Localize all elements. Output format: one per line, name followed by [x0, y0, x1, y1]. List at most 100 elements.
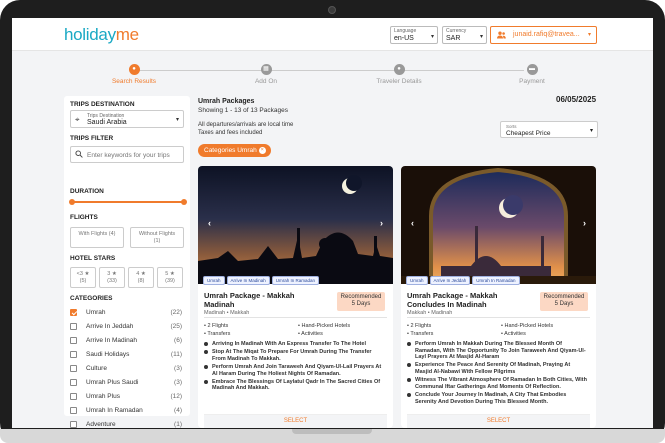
user-account-button[interactable]: junaid.rafiq@travea... ▾	[490, 26, 597, 44]
package-image	[198, 166, 393, 284]
star-icon: ★	[111, 271, 117, 277]
filter-stars-lt3[interactable]: <3 ★ (5)	[70, 267, 96, 288]
checkbox[interactable]	[70, 407, 77, 414]
map-pin-icon: ⌖	[75, 115, 80, 124]
category-checkbox-row[interactable]: Umrah Plus (12)	[70, 392, 184, 403]
package-title[interactable]: Umrah Package - Makkah Concludes In Madi…	[407, 291, 527, 309]
active-filter-chip[interactable]: Categories Umrah ×	[198, 144, 271, 157]
category-checkbox-row[interactable]: Umrah In Ramadan (4)	[70, 406, 184, 417]
chevron-left-icon[interactable]: ‹	[411, 218, 414, 228]
brand-logo[interactable]: holidayme	[64, 25, 139, 45]
section-title-duration: DURATION	[70, 188, 104, 195]
checkbox[interactable]	[70, 379, 77, 386]
current-date: 06/05/2025	[556, 95, 597, 104]
results-count: Showing 1 - 13 of 13 Packages	[198, 107, 288, 114]
laptop-base	[0, 429, 665, 443]
select-button[interactable]: SELECT	[204, 414, 387, 428]
search-icon: ●	[128, 64, 140, 75]
checkbox[interactable]	[70, 421, 77, 428]
package-card[interactable]: ‹ › Umrah Arrive In Madinah Umrah In Ramad…	[198, 166, 393, 428]
filter-sidebar: TRIPS DESTINATION ⌖ Trips Destination Sa…	[64, 96, 190, 416]
section-title-flights: FLIGHTS	[70, 214, 98, 221]
category-checkbox-row[interactable]: Umrah (22)	[70, 308, 184, 319]
star-icon: ★	[169, 271, 175, 277]
step-add-on[interactable]: ▦ Add On	[226, 64, 306, 85]
camera	[328, 6, 336, 14]
top-header: holidayme Language en-US ▾ Currency SAR …	[12, 18, 653, 51]
checkbox[interactable]	[70, 365, 77, 372]
star-icon: ★	[84, 271, 90, 277]
close-icon[interactable]: ×	[258, 147, 266, 154]
checkbox[interactable]	[70, 337, 77, 344]
chevron-down-icon: ▾	[430, 34, 434, 40]
category-checkbox-row[interactable]: Umrah Plus Saudi (3)	[70, 378, 184, 389]
chevron-left-icon[interactable]: ‹	[208, 218, 211, 228]
list-item: Witness The Vibrant Atmosphere Of Ramada…	[407, 377, 587, 390]
chevron-right-icon[interactable]: ›	[380, 218, 383, 228]
language-select[interactable]: Language en-US ▾	[390, 26, 438, 44]
screen: holidayme Language en-US ▾ Currency SAR …	[12, 18, 653, 428]
step-payment[interactable]: ▬ Payment	[492, 64, 572, 85]
feature-item: • Transfers	[204, 331, 231, 337]
list-item: Stop At The Miqat To Prepare For Umrah D…	[204, 349, 384, 362]
checkbox[interactable]	[70, 323, 77, 330]
feature-item: • 2 Flights	[204, 323, 229, 329]
category-checkbox-row[interactable]: Saudi Holidays (11)	[70, 350, 184, 361]
star-icon: ★	[140, 271, 146, 277]
category-checkbox-row[interactable]: Adventure (1)	[70, 420, 184, 428]
category-checkbox-row[interactable]: Arrive In Jeddah (25)	[70, 322, 184, 333]
filter-stars-3[interactable]: 3 ★ (33)	[99, 267, 125, 288]
divider	[204, 317, 387, 318]
chevron-down-icon: ▾	[589, 128, 593, 134]
checkbox[interactable]	[70, 393, 77, 400]
section-title-categories: CATEGORIES	[70, 295, 113, 302]
feature-item: • 2 Flights	[407, 323, 432, 329]
user-icon: ●	[393, 64, 405, 75]
device-frame: holidayme Language en-US ▾ Currency SAR …	[0, 0, 665, 443]
feature-item: • Transfers	[407, 331, 434, 337]
keyword-search-input[interactable]	[87, 150, 181, 160]
filter-without-flights[interactable]: Without Flights (1)	[130, 227, 184, 248]
package-destinations: Makkah • Madinah	[407, 310, 453, 316]
list-item: Perform Umrah In Makkah During The Bless…	[407, 341, 587, 361]
info-taxes: Taxes and fees included	[198, 130, 263, 136]
package-highlights: Perform Umrah In Makkah During The Bless…	[407, 341, 587, 407]
step-traveler-details[interactable]: ● Traveler Details	[359, 64, 439, 85]
list-item: Perform Umrah And Join Taraweeh And Qiya…	[204, 364, 384, 377]
slider-handle-max[interactable]	[181, 199, 187, 205]
chevron-right-icon[interactable]: ›	[583, 218, 586, 228]
list-item: Conclude Your Journey In Madinah, A City…	[407, 392, 587, 405]
chevron-down-icon: ▾	[175, 117, 179, 123]
checkbox[interactable]	[70, 351, 77, 358]
list-item: Experience The Peace And Serenity Of Mad…	[407, 362, 587, 375]
checkbox-checked[interactable]	[70, 309, 77, 316]
package-title[interactable]: Umrah Package - Makkah Madinah	[204, 291, 324, 309]
destination-select[interactable]: ⌖ Trips Destination Saudi Arabia ▾	[70, 110, 184, 128]
info-local-time: All departures/arrivals are local time	[198, 122, 294, 128]
search-icon	[75, 150, 83, 160]
category-checkbox-row[interactable]: Arrive In Madinah (6)	[70, 336, 184, 347]
recommended-badge: Recommended 5 Days	[337, 292, 385, 311]
filter-stars-5[interactable]: 5 ★ (39)	[157, 267, 183, 288]
package-destinations: Madinah • Makkah	[204, 310, 250, 316]
filter-with-flights[interactable]: With Flights (4)	[70, 227, 124, 248]
package-highlights: Arriving In Madinah With An Express Tran…	[204, 341, 384, 394]
duration-slider[interactable]	[69, 199, 187, 205]
category-checkbox-row[interactable]: Culture (3)	[70, 364, 184, 375]
feature-item: • Activities	[501, 331, 526, 337]
list-item: Arriving In Madinah With An Express Tran…	[204, 341, 384, 348]
page-title: Umrah Packages	[198, 98, 255, 105]
feature-item: • Activities	[298, 331, 323, 337]
slider-handle-min[interactable]	[69, 199, 75, 205]
keyword-search-box[interactable]	[70, 146, 184, 163]
filter-stars-4[interactable]: 4 ★ (8)	[128, 267, 154, 288]
section-title-destination: TRIPS DESTINATION	[70, 101, 135, 108]
recommended-badge: Recommended 5 Days	[540, 292, 588, 311]
sort-select[interactable]: Sorts Cheapest Price ▾	[500, 121, 598, 138]
card-icon: ▬	[526, 64, 538, 75]
select-button[interactable]: SELECT	[407, 414, 590, 428]
package-card[interactable]: ‹ › Umrah Arrive In Jeddah Umrah In Ramada…	[401, 166, 596, 428]
list-item: Embrace The Blessings Of Laylatul Qadr I…	[204, 379, 384, 392]
step-search-results[interactable]: ● Search Results	[94, 64, 174, 85]
currency-select[interactable]: Currency SAR ▾	[442, 26, 487, 44]
